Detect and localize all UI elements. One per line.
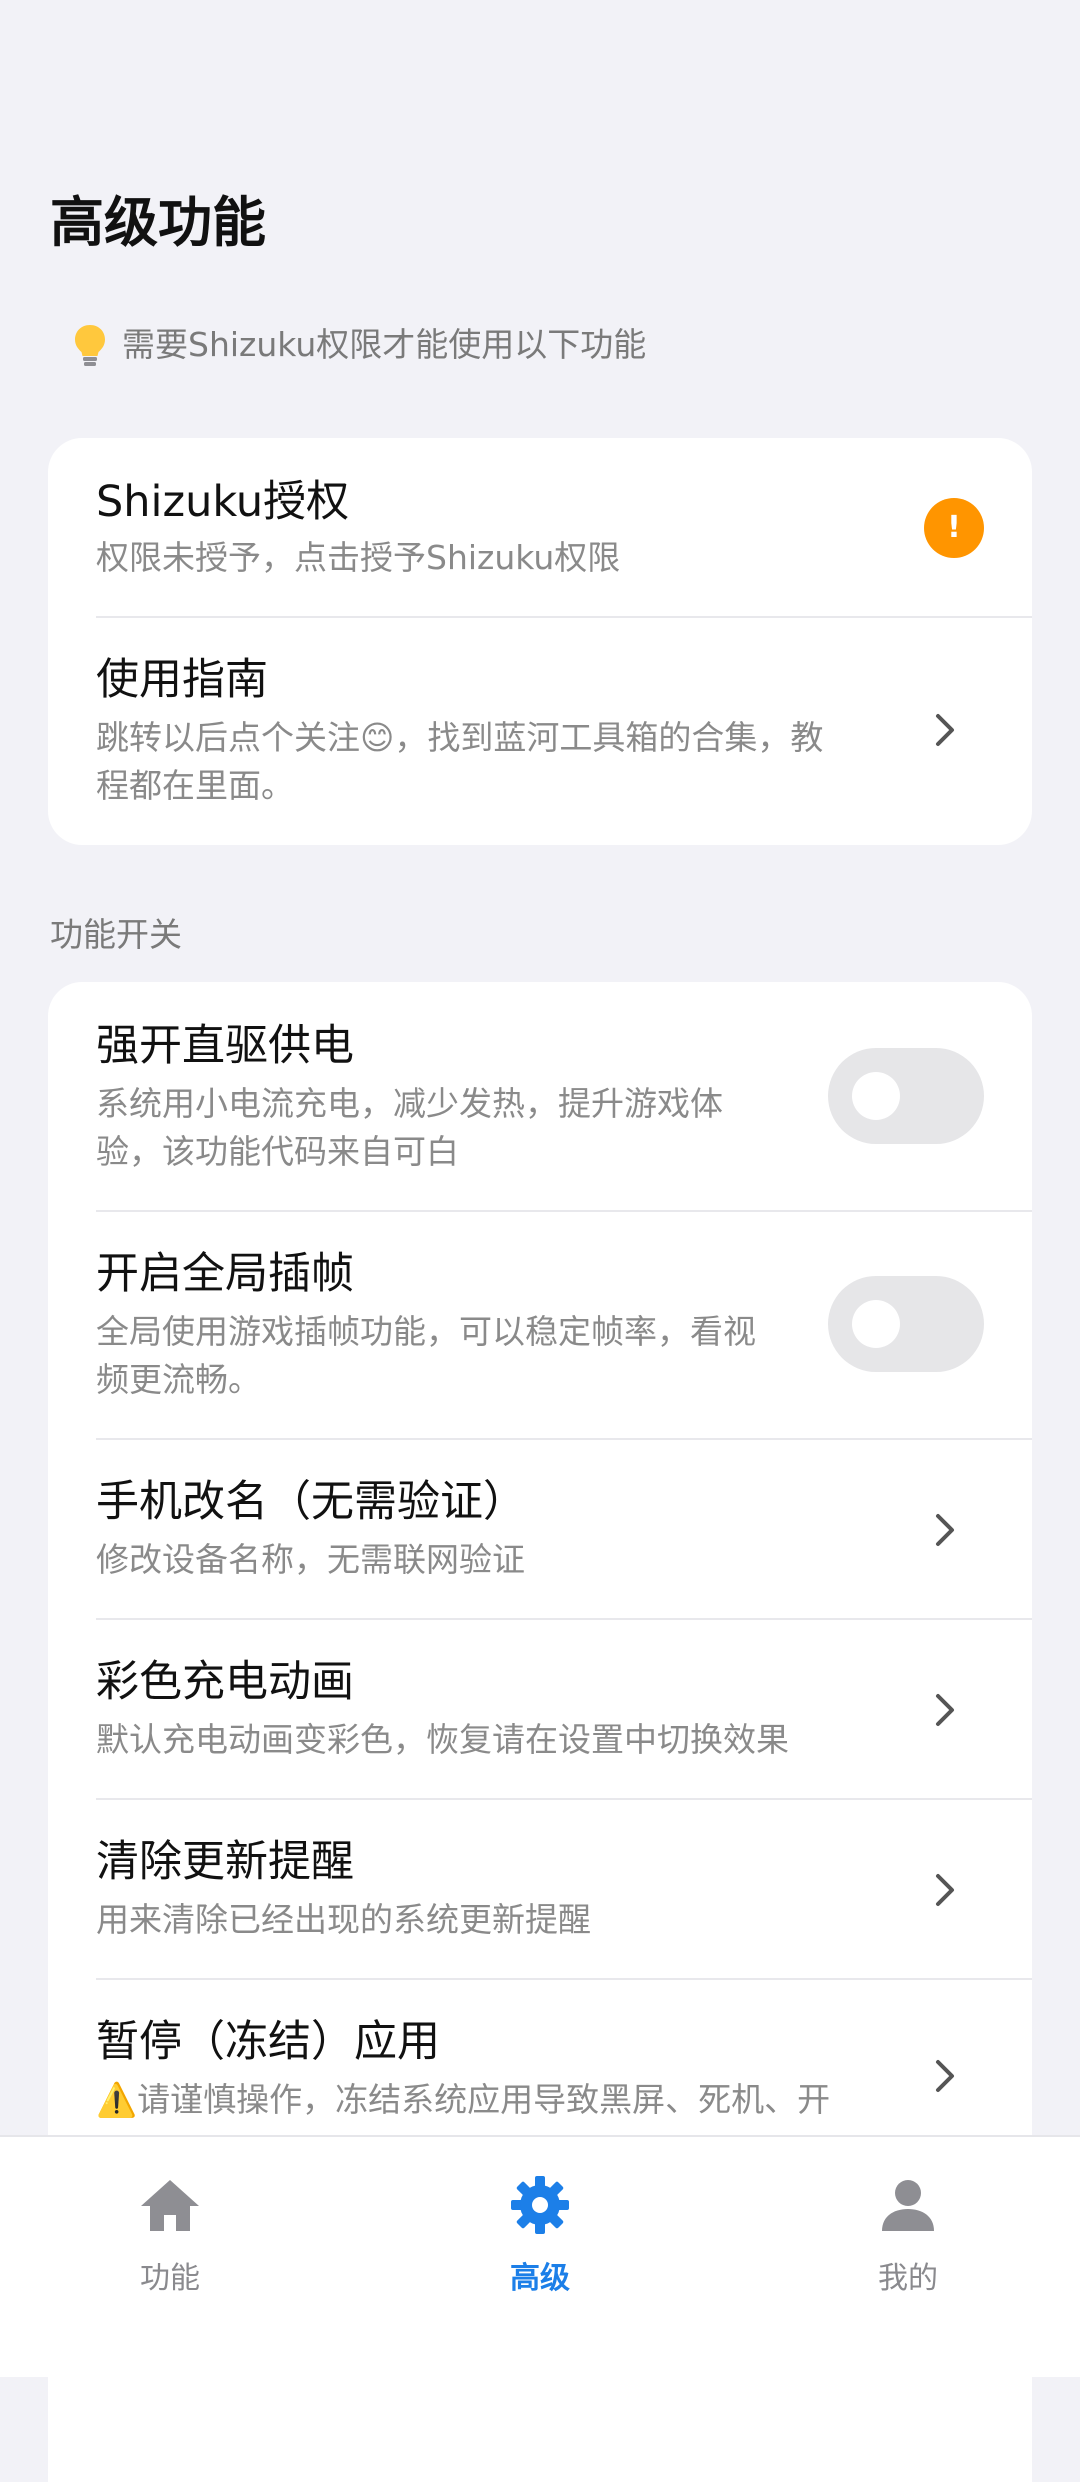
guide-subtitle-line2: 程都在里面。 — [96, 766, 294, 805]
direct-power-title: 强开直驱供电 — [96, 1021, 354, 1071]
chevron-right-icon — [936, 714, 954, 746]
frame-interp-row: 开启全局插帧 全局使用游戏插帧功能，可以稳定帧率，看视 频更流畅。 — [48, 1212, 1032, 1438]
warning-icon: ! — [924, 498, 984, 558]
toggle-knob — [852, 1300, 900, 1348]
direct-power-row: 强开直驱供电 系统用小电流充电，减少发热，提升游戏体 验，该功能代码来自可白 — [48, 982, 1032, 1210]
shizuku-auth-row[interactable]: Shizuku授权 权限未授予，点击授予Shizuku权限 ! — [48, 438, 1032, 618]
clear-update-row[interactable]: 清除更新提醒 用来清除已经出现的系统更新提醒 — [48, 1800, 1032, 1978]
rename-subtitle: 修改设备名称，无需联网验证 — [96, 1540, 525, 1579]
permission-notice: 需要Shizuku权限才能使用以下功能 — [72, 322, 646, 368]
section-label: 功能开关 — [50, 915, 182, 954]
charge-anim-subtitle: 默认充电动画变彩色，恢复请在设置中切换效果 — [96, 1720, 789, 1759]
rename-title: 手机改名（无需验证） — [96, 1477, 526, 1527]
home-icon — [141, 2180, 199, 2231]
bottom-nav: 功能 高级 我的 — [0, 2135, 1080, 2377]
shizuku-card: Shizuku授权 权限未授予，点击授予Shizuku权限 ! 使用指南 跳转以… — [48, 438, 1032, 845]
gear-icon — [511, 2176, 569, 2234]
direct-power-toggle[interactable] — [828, 1048, 984, 1144]
direct-power-subtitle-line1: 系统用小电流充电，减少发热，提升游戏体 — [96, 1084, 723, 1123]
chevron-right-icon — [936, 1694, 954, 1726]
frame-interp-subtitle-line2: 频更流畅。 — [96, 1360, 261, 1399]
clear-update-title: 清除更新提醒 — [96, 1837, 354, 1887]
nav-item-features[interactable]: 功能 — [70, 2173, 270, 2299]
lightbulb-icon — [75, 325, 105, 366]
notice-text: 需要Shizuku权限才能使用以下功能 — [122, 325, 647, 364]
frame-interp-subtitle-line1: 全局使用游戏插帧功能，可以稳定帧率，看视 — [96, 1312, 756, 1351]
direct-power-subtitle-line2: 验，该功能代码来自可白 — [96, 1132, 459, 1171]
chevron-right-icon — [936, 2060, 954, 2092]
person-icon — [882, 2180, 934, 2231]
freeze-subtitle: ⚠️请谨慎操作，冻结系统应用导致黑屏、死机、开 — [96, 2080, 831, 2119]
chevron-right-icon — [936, 1514, 954, 1546]
charge-anim-row[interactable]: 彩色充电动画 默认充电动画变彩色，恢复请在设置中切换效果 — [48, 1620, 1032, 1798]
shizuku-auth-title: Shizuku授权 — [96, 477, 350, 527]
guide-row[interactable]: 使用指南 跳转以后点个关注😊，找到蓝河工具箱的合集，教 程都在里面。 — [48, 618, 1032, 845]
nav-item-advanced[interactable]: 高级 — [440, 2173, 640, 2299]
page-title: 高级功能 — [50, 191, 266, 254]
frame-interp-title: 开启全局插帧 — [96, 1249, 354, 1299]
shizuku-auth-subtitle: 权限未授予，点击授予Shizuku权限 — [96, 538, 621, 577]
nav-label: 我的 — [878, 2261, 938, 2296]
clear-update-subtitle: 用来清除已经出现的系统更新提醒 — [96, 1900, 591, 1939]
guide-subtitle-line1: 跳转以后点个关注😊，找到蓝河工具箱的合集，教 — [96, 718, 824, 757]
rename-row[interactable]: 手机改名（无需验证） 修改设备名称，无需联网验证 — [48, 1440, 1032, 1618]
nav-label: 功能 — [140, 2261, 200, 2296]
toggle-knob — [852, 1072, 900, 1120]
freeze-title: 暂停（冻结）应用 — [96, 2017, 440, 2067]
nav-item-profile[interactable]: 我的 — [808, 2173, 1008, 2299]
frame-interp-toggle[interactable] — [828, 1276, 984, 1372]
nav-label: 高级 — [510, 2261, 570, 2296]
guide-title: 使用指南 — [96, 655, 268, 705]
charge-anim-title: 彩色充电动画 — [96, 1657, 354, 1707]
chevron-right-icon — [936, 1874, 954, 1906]
